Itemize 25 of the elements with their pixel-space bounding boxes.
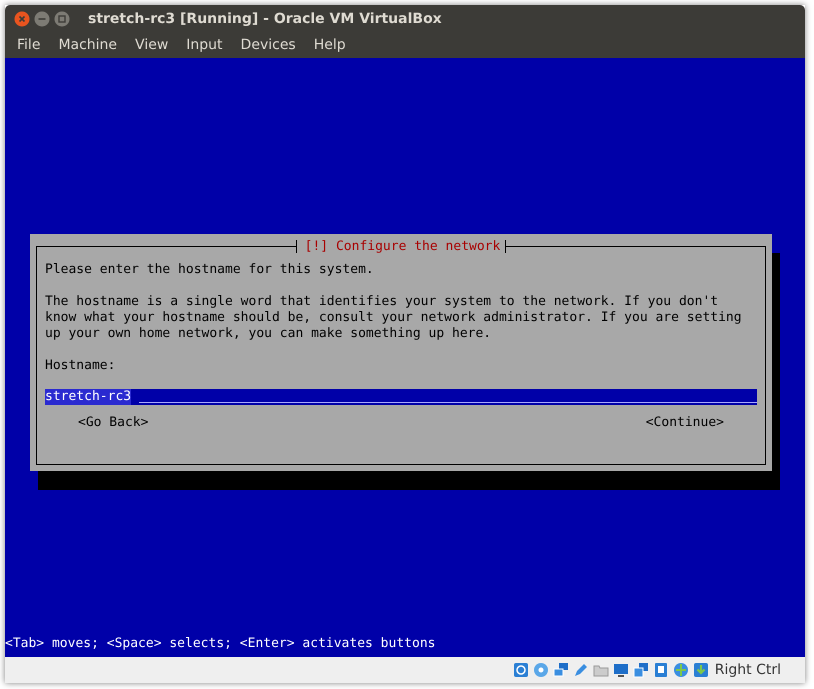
instruction-text: Please enter the hostname for this system. bbox=[45, 262, 375, 278]
pen-icon[interactable] bbox=[572, 662, 589, 678]
network-icon[interactable] bbox=[552, 662, 569, 678]
windows-icon[interactable] bbox=[632, 662, 649, 678]
close-icon[interactable] bbox=[14, 10, 30, 26]
key-hint: <Tab> moves; <Space> selects; <Enter> activates buttons bbox=[5, 636, 436, 653]
disc-icon[interactable] bbox=[532, 662, 549, 678]
instruction-text: The hostname is a single word that identifies your system to the network. If you don't know what your hostname should be, consult your network administrator. If you are setting up your own home network, you can make something up here. bbox=[45, 294, 743, 342]
menu-item[interactable]: View bbox=[130, 37, 178, 53]
menu-item[interactable]: Devices bbox=[236, 37, 305, 53]
dialog-button[interactable]: <Continue> bbox=[646, 415, 724, 431]
download-icon[interactable] bbox=[692, 662, 709, 678]
hostname-field[interactable]: stretch-rc3 bbox=[45, 389, 757, 405]
menu-item[interactable]: Help bbox=[308, 37, 355, 53]
menu-item[interactable]: Machine bbox=[53, 37, 126, 53]
window-title: stretch-rc3 [Running] - Oracle VM VirtualBox bbox=[88, 10, 442, 26]
host-key-label: Right Ctrl bbox=[714, 662, 781, 678]
dialog-button[interactable]: <Go Back> bbox=[78, 415, 148, 431]
menu-item[interactable]: Input bbox=[181, 37, 232, 53]
maximize-icon[interactable] bbox=[54, 10, 70, 26]
monitor-icon[interactable] bbox=[612, 662, 629, 678]
menu-item[interactable]: File bbox=[12, 37, 50, 53]
field-label: Hostname: bbox=[45, 358, 116, 374]
minimize-icon[interactable] bbox=[34, 10, 50, 26]
dialog-title: [!] Configure the network bbox=[296, 240, 506, 253]
